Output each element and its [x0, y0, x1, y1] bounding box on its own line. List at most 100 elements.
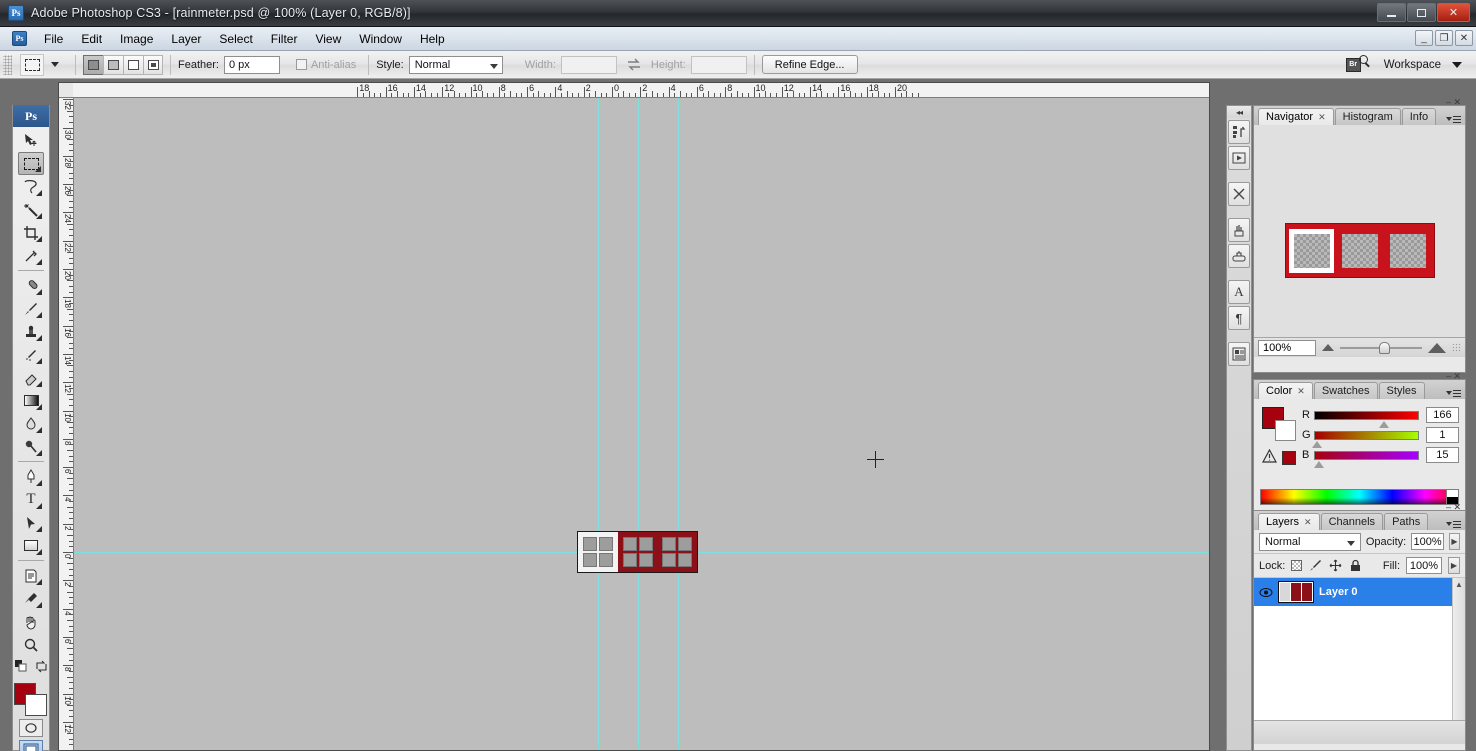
guide-vertical[interactable]	[598, 98, 599, 750]
new-selection-button[interactable]	[83, 54, 103, 75]
tab-layers[interactable]: Layers ✕	[1258, 513, 1320, 530]
zoom-out-icon[interactable]	[1322, 344, 1334, 351]
layers-list[interactable]: Layer 0 ▲	[1254, 578, 1465, 720]
feather-input[interactable]: 0 px	[223, 55, 280, 74]
style-select[interactable]: Normal	[408, 55, 503, 74]
intersect-with-selection-button[interactable]	[143, 54, 163, 75]
color-ramp[interactable]	[1260, 489, 1459, 505]
tool-presets-panel-icon[interactable]	[1228, 182, 1250, 206]
channel-value-b[interactable]: 15	[1425, 447, 1459, 463]
menu-filter[interactable]: Filter	[262, 30, 307, 48]
workspace-menu[interactable]: Workspace	[1384, 59, 1462, 71]
panel-window-controls[interactable]: – ✕	[1446, 371, 1461, 382]
chevron-down-icon[interactable]	[51, 62, 59, 67]
menu-layer[interactable]: Layer	[162, 30, 210, 48]
ruler-origin-corner[interactable]	[59, 83, 74, 98]
notes-tool[interactable]	[18, 564, 44, 587]
character-panel-icon[interactable]: A	[1228, 280, 1250, 304]
swap-colors-icon[interactable]	[35, 660, 48, 676]
width-input[interactable]	[560, 55, 617, 74]
crop-tool[interactable]	[18, 221, 44, 244]
lock-transparent-pixels-icon[interactable]	[1291, 560, 1303, 571]
document-restore-button[interactable]: ❐	[1435, 30, 1453, 46]
edit-in-quick-mask-mode-button[interactable]	[19, 719, 43, 737]
menu-select[interactable]: Select	[210, 30, 261, 48]
options-bar-grip[interactable]	[3, 54, 12, 75]
channel-value-r[interactable]: 166	[1425, 407, 1459, 423]
clone-stamp-tool[interactable]	[18, 320, 44, 343]
anti-alias-checkbox[interactable]	[295, 59, 307, 70]
tab-color[interactable]: Color ✕	[1258, 382, 1313, 399]
height-input[interactable]	[690, 55, 747, 74]
out-of-gamut-warning-icon[interactable]	[1261, 448, 1278, 466]
tab-paths[interactable]: Paths	[1384, 513, 1429, 530]
panel-menu-icon[interactable]	[1446, 520, 1461, 528]
actions-panel-icon[interactable]	[1228, 146, 1250, 170]
opacity-input[interactable]: 100%	[1411, 533, 1444, 550]
lasso-tool[interactable]	[18, 175, 44, 198]
close-icon[interactable]: ✕	[1304, 517, 1312, 528]
zoom-level-input[interactable]: 100%	[1258, 339, 1316, 356]
dodge-tool[interactable]	[18, 435, 44, 458]
brush-tool[interactable]	[18, 297, 44, 320]
background-color-swatch[interactable]	[25, 694, 47, 716]
horizontal-type-tool[interactable]: T	[18, 488, 44, 511]
anti-alias-option[interactable]: Anti-alias	[295, 59, 361, 71]
layer-row-layer-0[interactable]: Layer 0	[1254, 578, 1465, 606]
window-maximize-button[interactable]	[1407, 3, 1436, 22]
paragraph-panel-icon[interactable]: ¶	[1228, 306, 1250, 330]
panel-menu-icon[interactable]	[1446, 115, 1461, 123]
fill-input[interactable]: 100%	[1406, 557, 1442, 574]
panel-window-controls[interactable]: – ✕	[1446, 97, 1461, 108]
zoom-slider-knob[interactable]	[1378, 341, 1390, 354]
channel-slider-g[interactable]	[1311, 430, 1419, 448]
subtract-from-selection-button[interactable]	[123, 54, 143, 75]
eyedropper-tool[interactable]	[18, 587, 44, 610]
tab-histogram[interactable]: Histogram	[1334, 108, 1401, 125]
collapse-dock-icon[interactable]: ◂◂	[1227, 106, 1251, 118]
fill-stepper[interactable]: ▶	[1448, 557, 1460, 574]
zoom-slider[interactable]	[1340, 341, 1422, 355]
layer-thumbnail[interactable]	[1278, 581, 1314, 603]
current-tool-preset-picker[interactable]	[16, 53, 68, 76]
lock-position-icon[interactable]	[1328, 559, 1342, 573]
tab-swatches[interactable]: Swatches	[1313, 382, 1378, 399]
menu-image[interactable]: Image	[111, 30, 162, 48]
refine-edge-button[interactable]: Refine Edge...	[761, 55, 858, 74]
healing-brush-tool[interactable]	[18, 274, 44, 297]
eraser-tool[interactable]	[18, 366, 44, 389]
brushes-panel-icon[interactable]	[1228, 218, 1250, 242]
guide-vertical[interactable]	[678, 98, 679, 750]
window-close-button[interactable]: ✕	[1437, 3, 1470, 22]
zoom-in-icon[interactable]	[1428, 342, 1446, 353]
lock-image-pixels-icon[interactable]	[1308, 559, 1322, 573]
gradient-tool[interactable]	[18, 389, 44, 412]
artwork-image[interactable]	[577, 531, 698, 573]
navigator-preview[interactable]	[1254, 125, 1465, 337]
add-to-selection-button[interactable]	[103, 54, 123, 75]
history-panel-icon[interactable]	[1228, 120, 1250, 144]
panel-menu-icon[interactable]	[1446, 389, 1461, 397]
menu-app-icon[interactable]: Ps	[12, 31, 27, 46]
blend-mode-select[interactable]: Normal	[1259, 532, 1361, 551]
change-screen-mode-button[interactable]	[19, 740, 43, 751]
move-tool[interactable]	[18, 129, 44, 152]
document-minimize-button[interactable]: _	[1415, 30, 1433, 46]
zoom-tool[interactable]	[18, 633, 44, 656]
history-brush-tool[interactable]	[18, 343, 44, 366]
navigator-thumbnail[interactable]	[1285, 223, 1435, 278]
guide-vertical[interactable]	[638, 98, 639, 750]
vertical-ruler[interactable]: 323028262422201816141210864202468101214	[59, 98, 74, 750]
channel-slider-b[interactable]	[1313, 450, 1419, 468]
panel-window-controls[interactable]: – ✕	[1446, 502, 1461, 513]
blur-tool[interactable]	[18, 412, 44, 435]
channel-slider-r[interactable]	[1313, 410, 1419, 428]
in-gamut-color-swatch[interactable]	[1282, 450, 1296, 465]
menu-view[interactable]: View	[306, 30, 350, 48]
layer-name[interactable]: Layer 0	[1319, 586, 1358, 598]
clone-source-panel-icon[interactable]	[1228, 244, 1250, 268]
document-close-button[interactable]: ✕	[1455, 30, 1473, 46]
default-colors-icon[interactable]	[14, 660, 29, 676]
tab-info[interactable]: Info	[1401, 108, 1437, 125]
opacity-stepper[interactable]: ▶	[1448, 533, 1460, 550]
